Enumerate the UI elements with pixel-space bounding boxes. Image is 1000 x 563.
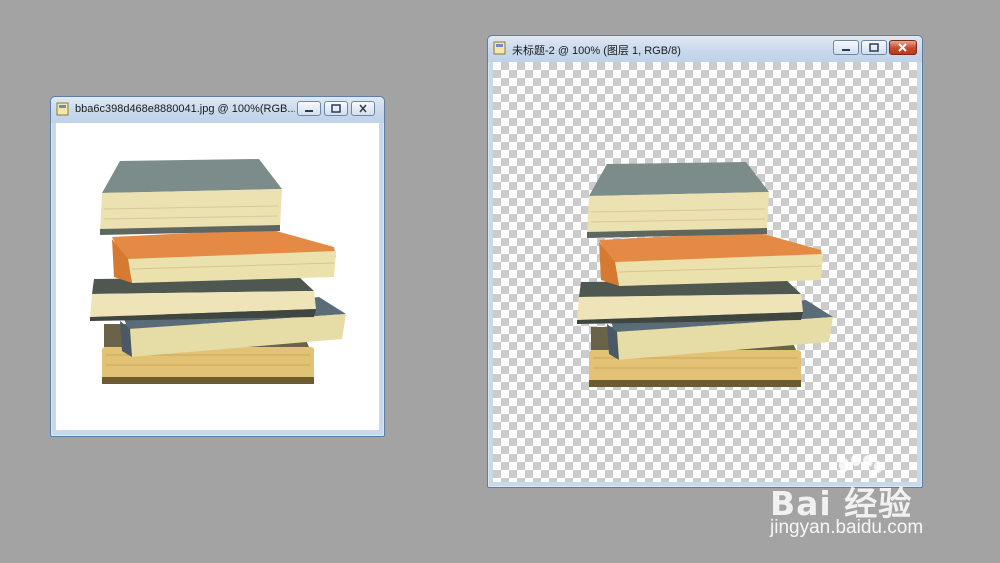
close-button[interactable] xyxy=(351,101,375,116)
minimize-button[interactable] xyxy=(833,40,859,55)
window-titlebar[interactable]: 未标题-2 @ 100% (图层 1, RGB/8) xyxy=(488,36,922,62)
baidu-jingyan-watermark: Bai 经验 jingyan.baidu.com xyxy=(770,455,990,545)
window-title: 未标题-2 @ 100% (图层 1, RGB/8) xyxy=(512,45,681,57)
close-icon xyxy=(898,43,907,52)
books-image xyxy=(84,159,354,394)
books-cutout-image xyxy=(571,162,841,397)
minimize-button[interactable] xyxy=(297,101,321,116)
window-title: bba6c398d468e8880041.jpg @ 100%(RGB... xyxy=(75,103,295,115)
close-button[interactable] xyxy=(889,40,917,55)
canvas-area[interactable] xyxy=(56,123,379,430)
maximize-icon xyxy=(869,43,879,52)
minimize-icon xyxy=(842,49,850,51)
document-icon xyxy=(56,102,69,116)
window-titlebar[interactable]: bba6c398d468e8880041.jpg @ 100%(RGB... xyxy=(51,97,384,123)
image-window-original[interactable]: bba6c398d468e8880041.jpg @ 100%(RGB... xyxy=(50,96,385,437)
maximize-button[interactable] xyxy=(324,101,348,116)
image-window-untitled[interactable]: 未标题-2 @ 100% (图层 1, RGB/8) xyxy=(487,35,923,488)
maximize-icon xyxy=(331,104,341,113)
canvas-area[interactable] xyxy=(493,62,917,482)
maximize-button[interactable] xyxy=(861,40,887,55)
close-icon xyxy=(359,104,367,113)
watermark-url: jingyan.baidu.com xyxy=(770,517,924,538)
minimize-icon xyxy=(305,110,313,112)
document-icon xyxy=(493,41,506,55)
